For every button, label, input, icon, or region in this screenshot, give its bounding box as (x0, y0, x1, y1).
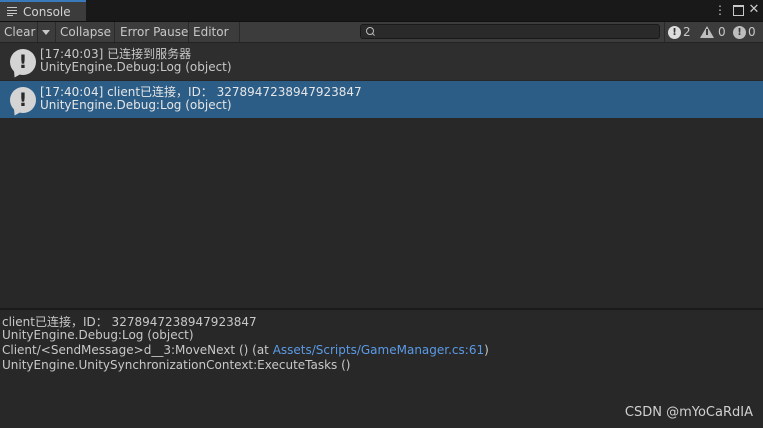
console-icon (7, 7, 17, 16)
info-message-icon: ! (10, 87, 36, 113)
info-count: 2 (683, 25, 691, 39)
warning-icon (700, 26, 714, 38)
detail-trace-line: Client/<SendMessage>d__3:MoveNext () (at… (2, 343, 489, 357)
log-entry-source: UnityEngine.Debug:Log (object) (40, 60, 232, 74)
maximize-icon[interactable] (731, 2, 745, 18)
error-filter-toggle[interactable]: ! 0 (733, 22, 756, 42)
info-filter-toggle[interactable]: ! 2 (668, 22, 691, 42)
editor-dropdown[interactable]: Editor (189, 22, 239, 55)
log-entry-selected[interactable]: ! [17:40:04] client已连接，ID： 3278947238947… (0, 81, 763, 118)
clear-options-dropdown[interactable] (38, 22, 55, 42)
vertical-ellipsis-icon[interactable]: ⋮ (714, 2, 726, 18)
warning-filter-toggle[interactable]: 0 (700, 22, 726, 42)
source-file-link[interactable]: Assets/Scripts/GameManager.cs:61 (273, 343, 484, 357)
log-entry-source: UnityEngine.Debug:Log (object) (40, 98, 232, 112)
tab-console[interactable]: Console (0, 0, 86, 21)
clear-button[interactable]: Clear (0, 22, 37, 42)
trace-text: ) (484, 343, 489, 357)
close-icon[interactable]: ✕ (747, 2, 761, 18)
search-field[interactable] (360, 24, 660, 39)
error-icon: ! (733, 25, 746, 39)
warning-count: 0 (718, 25, 726, 39)
search-input[interactable] (377, 25, 655, 38)
watermark: CSDN @mYoCaRdIA (624, 405, 753, 420)
log-entry[interactable]: ! [17:40:03] 已连接到服务器 UnityEngine.Debug:L… (0, 43, 763, 80)
error-pause-button[interactable]: Error Pause (116, 22, 192, 42)
collapse-button[interactable]: Collapse (56, 22, 115, 42)
caret-down-icon (42, 30, 50, 35)
console-toolbar: Clear Collapse Error Pause Editor ! 2 0 … (0, 22, 763, 55)
search-icon (366, 27, 374, 35)
title-bar: Console ⋮ ✕ (0, 0, 763, 22)
detail-trace-line: UnityEngine.UnitySynchronizationContext:… (2, 358, 351, 372)
info-icon: ! (668, 25, 681, 39)
log-list: ! [17:40:03] 已连接到服务器 UnityEngine.Debug:L… (0, 43, 763, 308)
detail-trace-line: UnityEngine.Debug:Log (object) (2, 328, 194, 342)
error-count: 0 (748, 25, 756, 39)
info-message-icon: ! (10, 49, 36, 75)
editor-label: Editor (193, 25, 229, 39)
tab-title: Console (23, 4, 71, 19)
trace-text: Client/<SendMessage>d__3:MoveNext () (at (2, 343, 273, 357)
